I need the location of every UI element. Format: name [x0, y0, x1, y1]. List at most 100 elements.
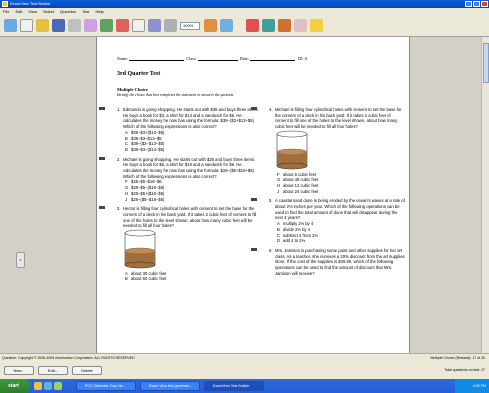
start-button[interactable]: start: [0, 379, 30, 393]
new-question-button[interactable]: New...: [4, 366, 34, 375]
option-text: $38−($3−$13−$5): [131, 141, 165, 147]
minimize-button[interactable]: [465, 1, 472, 7]
collapse-panel-handle[interactable]: »: [16, 252, 25, 268]
pencil-icon[interactable]: [4, 19, 17, 32]
taskbar: start PCC Calendar: Day Vie... Exam View…: [0, 379, 489, 393]
question-number: 5.: [269, 198, 273, 204]
scramble-icon[interactable]: [246, 19, 259, 32]
delete-question-button[interactable]: Delete: [72, 366, 102, 375]
select-icon[interactable]: [262, 19, 275, 32]
new-document-icon[interactable]: [20, 19, 33, 32]
edit-question-button[interactable]: Edit...: [38, 366, 68, 375]
question-item[interactable]: 4. Michael is filling four cylindrical ho…: [251, 107, 405, 195]
task-calendar[interactable]: PCC Calendar: Day Vie...: [76, 381, 136, 391]
menu-help[interactable]: Help: [95, 8, 103, 15]
menu-test[interactable]: Test: [82, 8, 89, 15]
total-questions: Total questions on test: 27: [444, 368, 485, 372]
menu-file[interactable]: File: [3, 8, 9, 15]
question-number: 6.: [269, 247, 273, 253]
question-marker-icon[interactable]: [251, 107, 257, 110]
scroll-thumb[interactable]: [483, 43, 489, 83]
question-number: 1.: [117, 107, 121, 112]
question-marker-icon[interactable]: [99, 156, 105, 160]
option-text: divide 2⅓ by 4: [283, 226, 311, 232]
app-window: ExamView Test Builder File Edit View Sel…: [0, 0, 489, 393]
question-text: Mrs. Jamison is purchasing some paint an…: [275, 247, 405, 276]
option-text: about 12 cubic feet: [283, 182, 319, 188]
menu-edit[interactable]: Edit: [15, 8, 22, 15]
vertical-scrollbar[interactable]: [481, 37, 489, 353]
ie-icon[interactable]: [44, 382, 52, 390]
instructions: Identify the choice that best completes …: [117, 93, 235, 97]
option-text: $38−$3+($13−$5): [131, 129, 165, 135]
test-title: 3rd Quarter Test: [117, 71, 161, 77]
question-marker-icon[interactable]: [99, 107, 105, 110]
answer-option: Jabout 24 cubic feet: [275, 189, 405, 195]
date-label: Date:: [239, 56, 249, 61]
grid-icon[interactable]: [132, 19, 145, 32]
menu-question[interactable]: Question: [60, 8, 76, 15]
question-number: 4.: [269, 107, 273, 112]
question-item[interactable]: 3. Hector is filling four cylindrical hol…: [99, 206, 259, 282]
left-gutter: »: [0, 37, 34, 353]
copyright-text: Question: Copyright © 2006-2009 eInstruc…: [2, 356, 135, 360]
menu-view[interactable]: View: [28, 8, 37, 15]
desktop-icon[interactable]: [54, 382, 62, 390]
section-title: Multiple Choice: [117, 87, 148, 92]
id-label: ID: A: [297, 56, 308, 61]
question-number: 3.: [117, 206, 121, 212]
page-icon[interactable]: [148, 19, 161, 32]
toolbar: 100%: [0, 15, 489, 37]
window-controls: [465, 1, 488, 7]
option-text: about 48 cubic feet: [283, 177, 319, 183]
print-icon[interactable]: [68, 19, 81, 32]
spellcheck-icon[interactable]: [84, 19, 97, 32]
help-icon[interactable]: [310, 19, 323, 32]
close-button[interactable]: [481, 1, 488, 7]
option-text: $28−$5+($16−$6): [131, 190, 165, 196]
window-title: ExamView Test Builder: [10, 1, 51, 6]
question-marker-icon[interactable]: [99, 206, 105, 210]
option-text: subtract 4 from 2⅓: [283, 232, 318, 238]
option-text: $38−$3−($13−$5): [131, 146, 165, 152]
save-icon[interactable]: [52, 19, 65, 32]
task-examview-builder[interactable]: ExamView Test Builder: [204, 381, 264, 391]
left-question-column: 1. Edmundo is going shopping. He starts o…: [99, 107, 259, 286]
option-text: about 24 cubic feet: [283, 188, 319, 194]
right-question-column: 4. Michael is filling four cylindrical ho…: [251, 107, 405, 280]
student-header: Name: Class: Date: ID: A: [117, 56, 307, 61]
layout-icon[interactable]: [164, 19, 177, 32]
arrow-icon[interactable]: [220, 19, 233, 32]
option-text: $28−$5−$16−$6: [131, 179, 162, 185]
question-text: Hector is filling four cylindrical holes…: [123, 206, 257, 229]
task-examview-generator[interactable]: Exam View test generato...: [140, 381, 200, 391]
zoom-select[interactable]: 100%: [180, 22, 200, 30]
option-text: $28−($5−$16−$6): [131, 196, 165, 202]
question-item[interactable]: 2. Michael is going shopping. He starts o…: [99, 156, 259, 203]
open-folder-icon[interactable]: [36, 19, 49, 32]
menu-select[interactable]: Select: [43, 8, 54, 15]
option-text: $38−$3−$13−$5: [131, 135, 162, 141]
cursor-icon[interactable]: [294, 19, 307, 32]
quick-launch-icon[interactable]: [34, 382, 42, 390]
question-item[interactable]: 5. A coastal sand dune is being eroded by…: [251, 198, 405, 244]
option-text: about 6 cubic feet: [283, 171, 317, 177]
question-item[interactable]: 1. Edmundo is going shopping. He starts o…: [99, 107, 259, 153]
question-bank-icon[interactable]: [204, 19, 217, 32]
clipboard-icon[interactable]: [116, 19, 129, 32]
tools-icon[interactable]: [278, 19, 291, 32]
option-text: about 30 cubic feet: [131, 270, 167, 276]
question-item[interactable]: 6. Mrs. Jamison is purchasing some paint …: [251, 247, 405, 277]
question-marker-icon[interactable]: [251, 247, 257, 251]
name-label: Name:: [117, 56, 129, 61]
cement-cylinder-figure: [124, 229, 156, 269]
question-marker-icon[interactable]: [251, 198, 257, 202]
class-label: Class:: [186, 56, 197, 61]
menu-bar: File Edit View Select Question Test Help: [0, 8, 489, 15]
question-text: A coastal sand dune is being eroded by t…: [275, 198, 405, 221]
scissors-icon[interactable]: [100, 19, 113, 32]
status-bar: Question: Copyright © 2006-2009 eInstruc…: [0, 353, 489, 362]
title-bar: ExamView Test Builder: [0, 0, 489, 8]
cement-cylinder-figure: [276, 130, 308, 170]
maximize-button[interactable]: [473, 1, 480, 7]
